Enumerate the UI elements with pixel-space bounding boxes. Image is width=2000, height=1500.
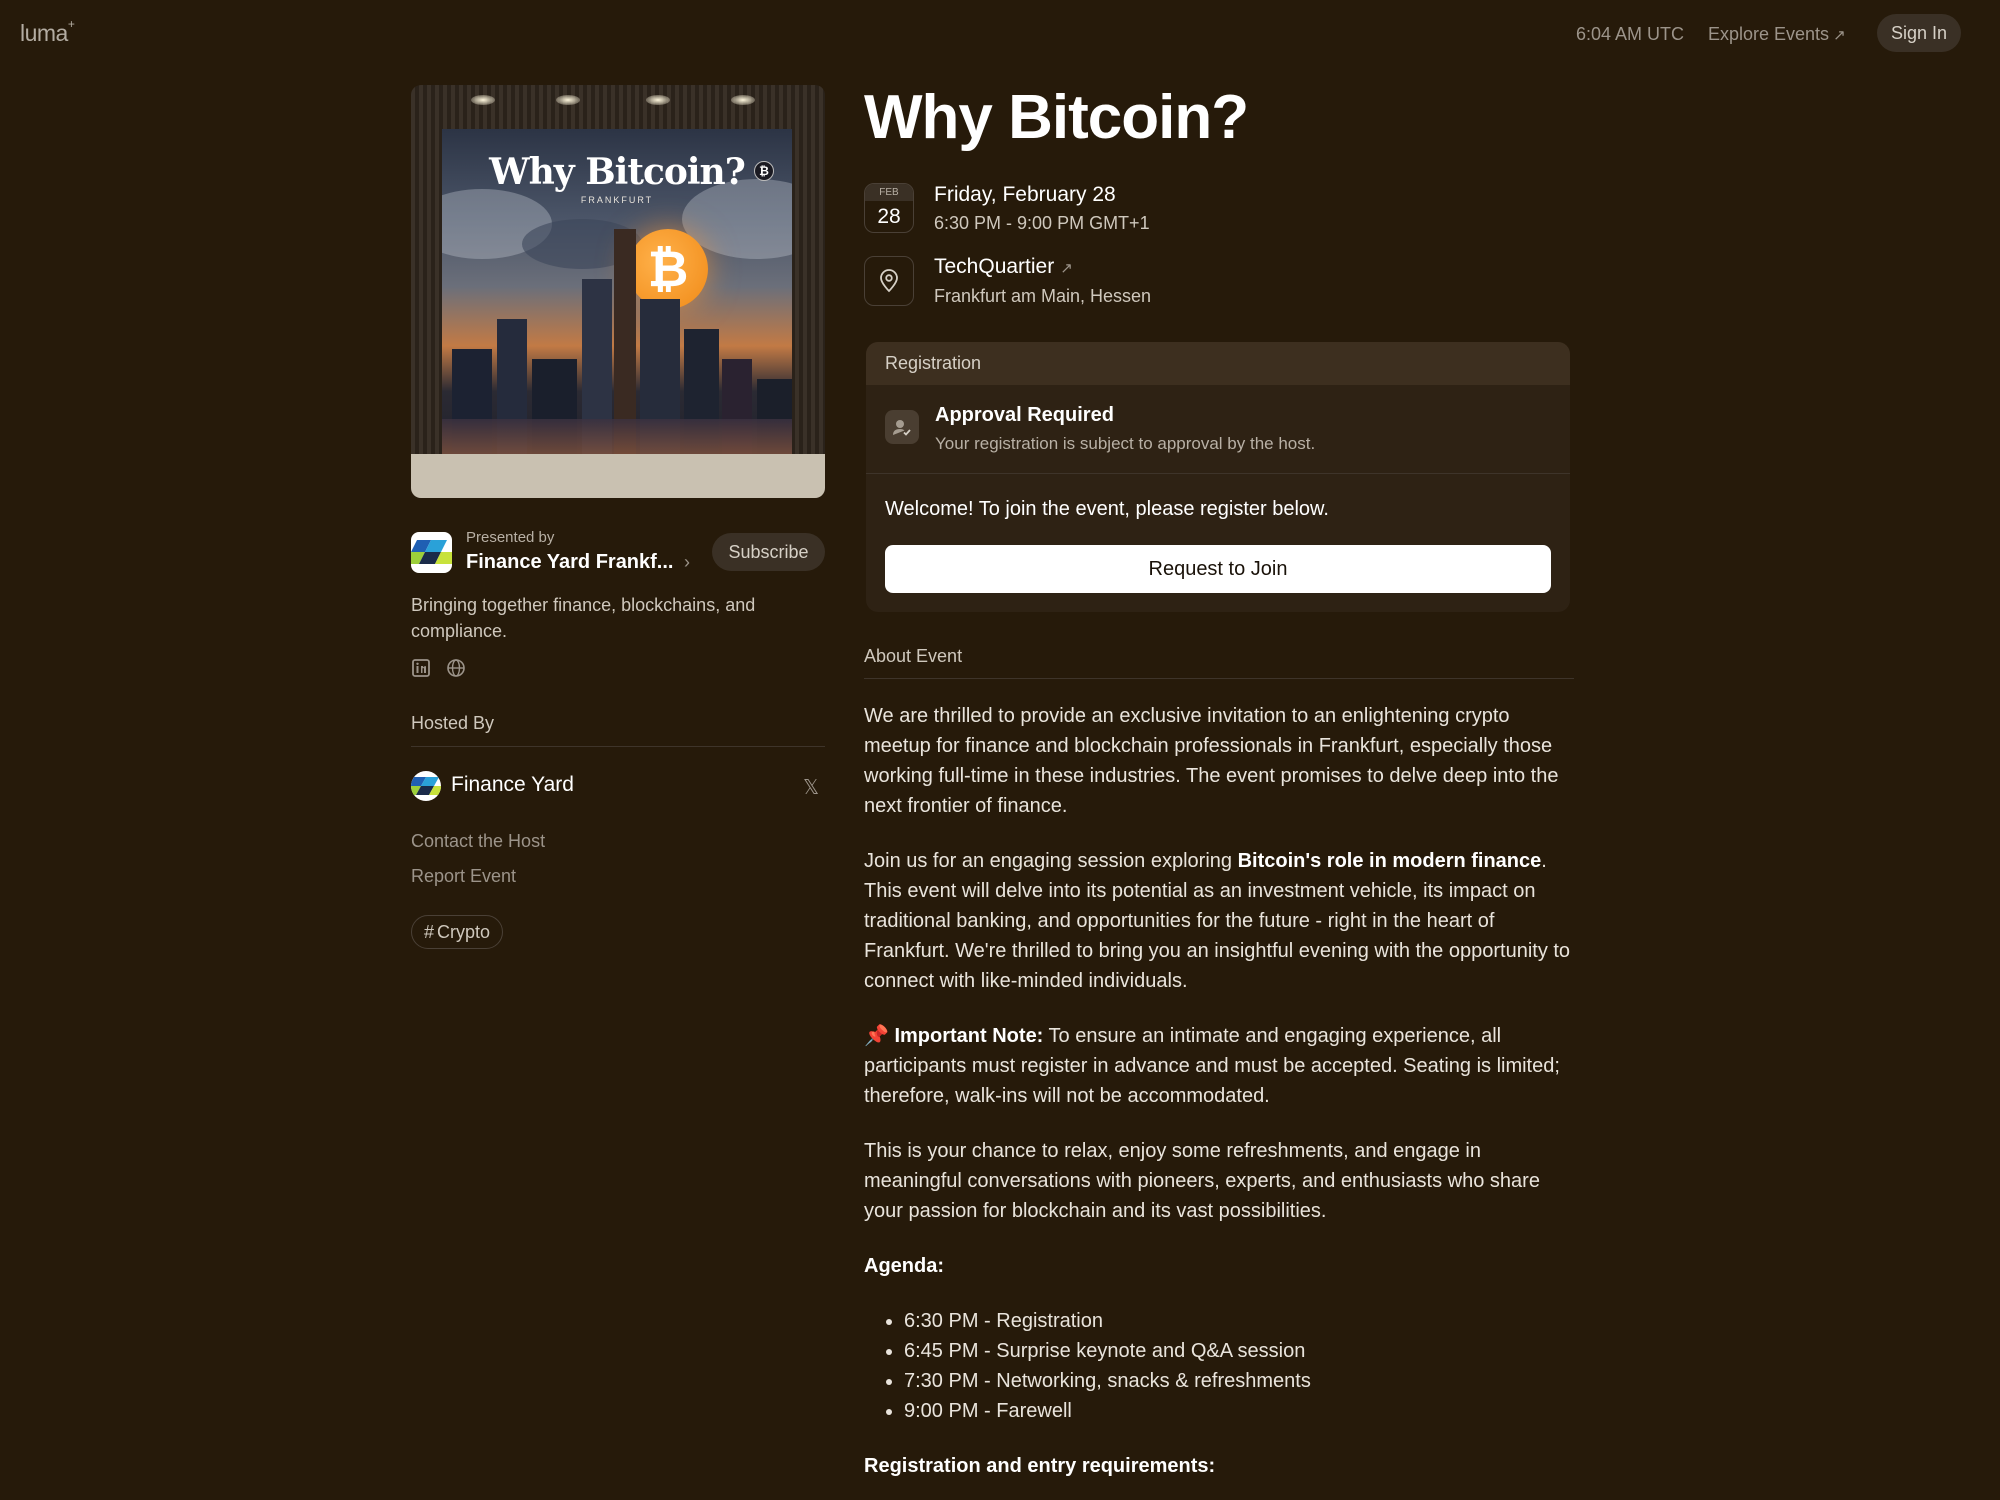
- sign-in-button[interactable]: Sign In: [1877, 14, 1961, 52]
- venue-link[interactable]: TechQuartier ↗: [934, 255, 1073, 279]
- logo-mark: +: [67, 17, 75, 32]
- hash-icon: #: [424, 921, 435, 942]
- registration-divider: [866, 473, 1570, 474]
- external-link-icon: ↗: [1060, 260, 1073, 277]
- top-bar: luma+ 6:04 AM UTC Explore Events ↗ Sign I…: [0, 0, 2000, 66]
- registration-heading: Registration: [866, 342, 1570, 385]
- pin-icon: 📌: [864, 1025, 889, 1047]
- p2-intro: Join us for an engaging session explorin…: [864, 850, 1238, 872]
- tag-label: Crypto: [437, 921, 491, 942]
- current-time: 6:04 AM UTC: [1576, 24, 1685, 44]
- presenter-description: Bringing together finance, blockchains, …: [411, 595, 756, 641]
- about-paragraph-4: This is your chance to relax, enjoy some…: [864, 1140, 1540, 1222]
- event-time: 6:30 PM - 9:00 PM GMT+1: [934, 213, 1150, 233]
- luma-logo[interactable]: luma+: [20, 17, 75, 47]
- bitcoin-coin-icon: ₿: [628, 229, 708, 309]
- agenda-heading: Agenda:: [864, 1251, 1574, 1281]
- presented-by-label: Presented by: [466, 529, 555, 546]
- calendar-day: 28: [877, 205, 901, 228]
- about-paragraph-2: Join us for an engaging session explorin…: [864, 846, 1574, 996]
- event-cover-image: ₿ Why Bitcoin? FRANKFURT ₿ B: [411, 85, 825, 498]
- linkedin-icon[interactable]: [411, 658, 431, 678]
- event-title: Why Bitcoin?: [864, 83, 1249, 152]
- requirements-heading: Registration and entry requirements:: [864, 1451, 1574, 1481]
- subscribe-button[interactable]: Subscribe: [712, 533, 825, 571]
- tag-crypto[interactable]: # Crypto: [411, 915, 504, 949]
- venue-name: TechQuartier: [934, 255, 1055, 278]
- agenda-item: 6:30 PM - Registration: [904, 1306, 1574, 1336]
- agenda-list: 6:30 PM - Registration 6:45 PM - Surpris…: [904, 1306, 1574, 1426]
- about-paragraph-3: 📌 Important Note: To ensure an intimate …: [864, 1021, 1574, 1111]
- calendar-icon: FEB 28: [864, 183, 914, 233]
- requirements-label: Registration and entry requirements:: [864, 1455, 1216, 1477]
- host-avatar[interactable]: [411, 771, 441, 801]
- agenda-label: Agenda:: [864, 1255, 944, 1277]
- hosted-divider: [411, 746, 825, 747]
- poster: ₿ Why Bitcoin? FRANKFURT ₿ B: [442, 129, 792, 479]
- venue-city: Frankfurt am Main, Hessen: [934, 286, 1152, 306]
- explore-label: Explore Events: [1708, 24, 1830, 44]
- agenda-item: 9:00 PM - Farewell: [904, 1396, 1574, 1426]
- event-date: Friday, February 28: [934, 183, 1116, 206]
- p2-bold: Bitcoin's role in modern finance: [1237, 850, 1542, 872]
- welcome-text: Welcome! To join the event, please regis…: [885, 498, 1329, 520]
- poster-title: Why Bitcoin?: [489, 151, 746, 193]
- chevron-right-icon[interactable]: ›: [684, 552, 690, 573]
- poster-subtitle: FRANKFURT: [580, 195, 654, 205]
- calendar-month: FEB: [865, 184, 913, 201]
- logo-text: luma: [20, 20, 68, 46]
- agenda-item: 6:45 PM - Surprise keynote and Q&A sessi…: [904, 1336, 1574, 1366]
- about-event-body: We are thrilled to provide an exclusive …: [864, 701, 1574, 1500]
- contact-host-link[interactable]: Contact the Host: [411, 831, 545, 852]
- host-name[interactable]: Finance Yard: [451, 773, 574, 797]
- hosted-by-heading: Hosted By: [411, 713, 495, 733]
- explore-events-link[interactable]: Explore Events ↗: [1708, 24, 1846, 45]
- globe-icon[interactable]: [446, 658, 466, 678]
- presenter-name-link[interactable]: Finance Yard Frankf...: [466, 551, 673, 574]
- approval-title: Approval Required: [935, 404, 1114, 426]
- bitcoin-badge-icon: ₿: [754, 161, 774, 181]
- arrow-up-right-icon: ↗: [1833, 27, 1846, 44]
- stage-floor: [411, 454, 825, 498]
- about-event-heading: About Event: [864, 646, 963, 666]
- about-paragraph-1: We are thrilled to provide an exclusive …: [864, 705, 1559, 817]
- x-twitter-icon[interactable]: 𝕏: [803, 775, 819, 800]
- p3-bold: Important Note:: [894, 1025, 1044, 1047]
- report-event-link[interactable]: Report Event: [411, 866, 516, 887]
- presenter-logo[interactable]: [411, 532, 452, 573]
- request-to-join-button[interactable]: Request to Join: [885, 545, 1551, 593]
- agenda-item: 7:30 PM - Networking, snacks & refreshme…: [904, 1366, 1574, 1396]
- approval-subtitle: Your registration is subject to approval…: [935, 434, 1316, 453]
- about-divider: [864, 678, 1574, 679]
- approval-user-icon: [885, 410, 919, 444]
- location-pin-icon: [864, 256, 914, 306]
- registration-card: Registration Approval Required Your regi…: [866, 342, 1570, 612]
